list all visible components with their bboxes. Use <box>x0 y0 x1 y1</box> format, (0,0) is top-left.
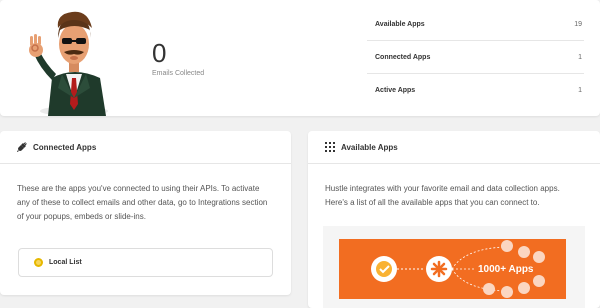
connected-apps-description: These are the apps you've connected to u… <box>17 184 268 221</box>
plug-icon <box>17 142 27 152</box>
stat-value: 1 <box>578 87 582 94</box>
stat-row-connected-apps: Connected Apps 1 <box>367 41 584 74</box>
emails-collected-label: Emails Collected <box>152 70 205 77</box>
emails-collected: 0 Emails Collected <box>152 40 204 77</box>
hustle-mascot-illustration <box>29 11 108 116</box>
emails-collected-count: 0 <box>152 38 167 68</box>
available-apps-description: Hustle integrates with your favorite ema… <box>325 184 560 207</box>
apps-promo-wrapper: 1000+ Apps <box>323 226 585 308</box>
available-apps-title: Available Apps <box>341 142 398 152</box>
stat-label: Connected Apps <box>375 53 431 61</box>
stat-row-active-apps: Active Apps 1 <box>367 74 584 107</box>
connected-apps-title: Connected Apps <box>33 142 97 152</box>
connected-app-label: Local List <box>49 259 82 266</box>
summary-panel: 0 Emails Collected Available Apps 19 Con… <box>0 0 600 116</box>
stat-value: 1 <box>578 53 582 61</box>
stat-label: Active Apps <box>375 87 416 94</box>
connected-app-local-list[interactable]: Local List <box>18 248 273 277</box>
stat-label: Available Apps <box>375 20 425 28</box>
available-apps-card: Available Apps Hustle integrates with yo… <box>308 131 600 308</box>
stat-row-available-apps: Available Apps 19 <box>367 8 584 41</box>
local-list-icon <box>34 258 43 267</box>
apps-promo-text: 1000+ Apps <box>478 264 534 275</box>
connected-apps-card: Connected Apps These are the apps you've… <box>0 131 291 295</box>
grid-icon <box>325 142 335 152</box>
stat-value: 19 <box>574 20 582 28</box>
apps-promo-banner[interactable]: 1000+ Apps <box>339 239 566 299</box>
available-apps-header: Available Apps <box>308 131 600 164</box>
app-stats-list: Available Apps 19 Connected Apps 1 Activ… <box>367 8 584 107</box>
connected-apps-header: Connected Apps <box>0 131 291 164</box>
